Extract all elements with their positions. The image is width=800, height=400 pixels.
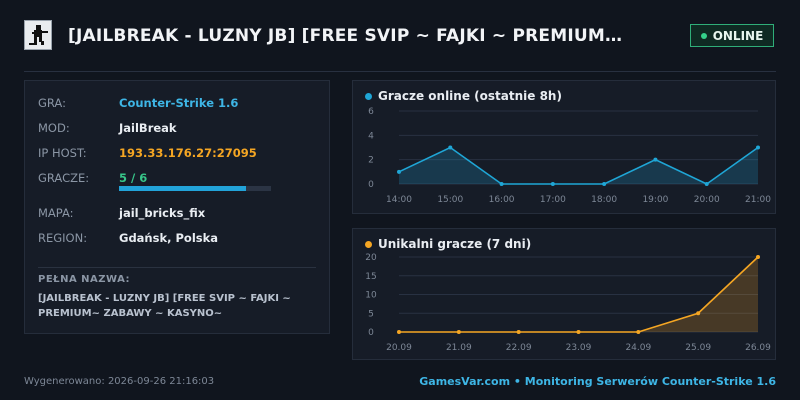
data-point bbox=[456, 330, 461, 334]
x-tick-label: 23.09 bbox=[566, 343, 592, 353]
x-tick-label: 22.09 bbox=[506, 343, 532, 353]
server-info-panel: GRA: Counter-Strike 1.6 MOD: JailBreak I… bbox=[24, 80, 330, 334]
y-tick-label: 15 bbox=[365, 272, 376, 282]
data-point bbox=[636, 330, 641, 334]
y-tick-label: 6 bbox=[368, 107, 374, 117]
header: [JAILBREAK - LUZNY JB] [FREE SVIP ~ FAJK… bbox=[0, 0, 800, 72]
x-tick-label: 16:00 bbox=[489, 195, 515, 205]
info-value-game: Counter-Strike 1.6 bbox=[119, 96, 239, 110]
x-tick-label: 26.09 bbox=[745, 343, 771, 353]
info-label: IP HOST: bbox=[38, 146, 87, 160]
data-point bbox=[448, 145, 453, 150]
data-point bbox=[704, 182, 709, 186]
info-label: GRACZE: bbox=[38, 171, 90, 185]
players-progress-fill bbox=[119, 186, 246, 191]
y-tick-label: 5 bbox=[368, 309, 374, 319]
unique-players-chart: 0 5 10 15 20 20.09 21.09 22.09 23.09 24.09 25.09 26… bbox=[352, 228, 776, 360]
status-badge: ONLINE bbox=[690, 24, 774, 47]
x-tick-label: 19:00 bbox=[642, 195, 668, 205]
y-tick-label: 10 bbox=[365, 291, 377, 301]
data-point bbox=[756, 255, 760, 259]
server-title: [JAILBREAK - LUZNY JB] [FREE SVIP ~ FAJK… bbox=[68, 26, 628, 46]
x-tick-label: 24.09 bbox=[625, 343, 651, 353]
info-value-ip[interactable]: 193.33.176.27:27095 bbox=[119, 146, 257, 160]
data-point bbox=[397, 330, 401, 334]
x-tick-label: 14:00 bbox=[386, 195, 412, 205]
info-value-mod: JailBreak bbox=[119, 121, 177, 135]
data-point bbox=[576, 330, 581, 334]
data-point bbox=[516, 330, 521, 334]
x-tick-label: 17:00 bbox=[540, 195, 566, 205]
x-tick-label: 25.09 bbox=[685, 343, 711, 353]
status-text: ONLINE bbox=[712, 28, 764, 43]
x-tick-label: 21:00 bbox=[745, 195, 771, 205]
info-label: MAPA: bbox=[38, 206, 74, 220]
legend-dot-icon bbox=[365, 240, 372, 248]
chart-title-text: Gracze online (ostatnie 8h) bbox=[378, 89, 562, 103]
x-tick-label: 21.09 bbox=[446, 343, 472, 353]
data-point bbox=[653, 157, 658, 162]
counter-strike-player-icon bbox=[24, 20, 52, 50]
x-tick-label: 15:00 bbox=[437, 195, 463, 205]
info-label: REGION: bbox=[38, 231, 88, 245]
info-value-players: 5 / 6 bbox=[119, 171, 148, 185]
legend-dot-icon bbox=[365, 92, 372, 100]
y-tick-label: 2 bbox=[368, 156, 374, 166]
online-players-chart: 0 2 4 6 14:00 15:00 16:00 17:00 18:00 19:00 20:00 2… bbox=[352, 80, 776, 214]
generated-timestamp: Wygenerowano: 2026-09-26 21:16:03 bbox=[24, 376, 215, 387]
data-point bbox=[499, 182, 504, 186]
info-label: GRA: bbox=[38, 96, 66, 110]
data-point bbox=[696, 311, 701, 316]
info-label: MOD: bbox=[38, 121, 70, 135]
x-tick-label: 20.09 bbox=[386, 343, 412, 353]
fullname-value: [JAILBREAK - LUZNY JB] [FREE SVIP ~ FAJK… bbox=[38, 293, 291, 319]
players-progress-bar bbox=[119, 186, 271, 191]
chart-title-text: Unikalni gracze (7 dni) bbox=[378, 237, 532, 251]
fullname-label: PEŁNA NAZWA: bbox=[38, 274, 131, 285]
y-tick-label: 0 bbox=[368, 180, 374, 190]
header-divider bbox=[24, 71, 776, 72]
brand-link[interactable]: GamesVar.com • Monitoring Serwerów Count… bbox=[419, 375, 776, 388]
info-value-map: jail_bricks_fix bbox=[119, 206, 206, 220]
x-tick-label: 18:00 bbox=[591, 195, 617, 205]
status-dot-icon bbox=[700, 32, 707, 39]
y-tick-label: 20 bbox=[365, 253, 377, 263]
data-point bbox=[397, 169, 401, 174]
data-point bbox=[602, 182, 607, 186]
y-tick-label: 4 bbox=[368, 131, 374, 141]
info-divider bbox=[38, 267, 316, 268]
y-tick-label: 0 bbox=[368, 328, 374, 338]
series-area bbox=[399, 147, 758, 184]
data-point bbox=[756, 145, 760, 150]
data-point bbox=[550, 182, 555, 186]
x-tick-label: 20:00 bbox=[694, 195, 720, 205]
chart-title: Unikalni gracze (7 dni) bbox=[365, 237, 531, 251]
chart-title: Gracze online (ostatnie 8h) bbox=[365, 89, 562, 103]
info-value-region: Gdańsk, Polska bbox=[119, 231, 219, 245]
